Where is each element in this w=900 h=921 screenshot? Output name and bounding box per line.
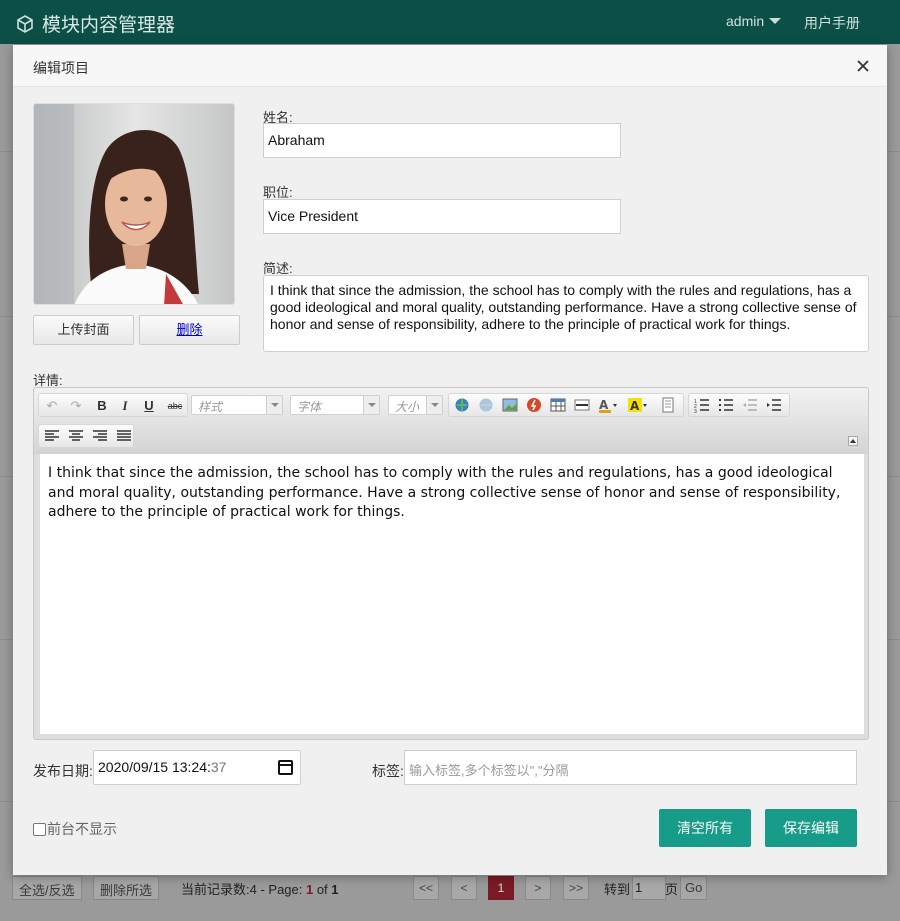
record-count: 当前记录数:4 - Page: 1 of 1 <box>181 879 339 898</box>
page-unit-label: 页 <box>665 882 679 897</box>
app-title: 模块内容管理器 <box>42 15 176 36</box>
next-page-button[interactable]: > <box>525 876 551 900</box>
chevron-down-icon <box>266 396 282 414</box>
edit-item-modal: 编辑项目 上传封面 删除 姓名: Abraham 职位: Vice Presid… <box>13 45 887 875</box>
ordered-list-icon[interactable]: 123 <box>693 397 711 415</box>
calendar-icon[interactable] <box>278 760 293 775</box>
highlight-color-icon[interactable]: A <box>627 397 651 415</box>
unlink-icon[interactable] <box>477 397 495 415</box>
publish-date-label: 发布日期: <box>33 763 93 779</box>
top-nav-bar: 模块内容管理器 admin 用户手册 <box>0 0 900 44</box>
undo-icon[interactable]: ↶ <box>43 397 61 415</box>
align-group <box>38 424 134 448</box>
font-select-text: 字体 <box>297 400 322 414</box>
collapse-toolbar-icon[interactable] <box>848 436 858 446</box>
upload-cover-button[interactable]: 上传封面 <box>33 315 134 345</box>
delete-selected-button[interactable]: 删除所选 <box>93 876 160 900</box>
link-icon[interactable] <box>453 397 471 415</box>
go-button[interactable]: Go <box>680 876 708 900</box>
hide-frontend-checkbox[interactable] <box>33 822 46 836</box>
svg-text:A: A <box>599 398 609 412</box>
portrait-photo <box>34 104 234 304</box>
close-icon[interactable] <box>855 58 871 74</box>
image-icon[interactable] <box>501 397 519 415</box>
flash-icon[interactable] <box>525 397 543 415</box>
goto-label: 转到 <box>604 882 631 897</box>
position-input[interactable]: Vice President <box>263 199 621 234</box>
clear-all-button[interactable]: 清空所有 <box>659 809 751 847</box>
italic-icon[interactable]: I <box>116 397 134 415</box>
align-left-icon[interactable] <box>43 428 61 446</box>
chevron-down-icon <box>426 396 442 414</box>
cube-icon <box>17 14 33 33</box>
record-count-text: 当前记录数:4 - Page: <box>181 882 306 897</box>
app-brand[interactable]: 模块内容管理器 <box>16 10 175 37</box>
user-menu[interactable]: admin <box>726 13 764 29</box>
select-all-button[interactable]: 全选/反选 <box>12 876 82 900</box>
hide-frontend-label: 前台不显示 <box>47 821 117 837</box>
delete-cover-button[interactable]: 删除 <box>139 315 240 345</box>
tags-label: 标签: <box>372 763 404 779</box>
prev-page-button[interactable]: < <box>451 876 477 900</box>
size-select[interactable]: 大小 <box>388 395 443 415</box>
of-label: of <box>313 882 332 897</box>
horizontal-rule-icon[interactable] <box>573 397 591 415</box>
chevron-down-icon[interactable] <box>769 18 781 24</box>
first-page-button[interactable]: << <box>413 876 439 900</box>
editor-content[interactable]: I think that since the admission, the sc… <box>40 454 864 734</box>
insert-group: A A <box>448 393 684 417</box>
total-pages: 1 <box>331 882 339 897</box>
hide-frontend-option[interactable]: 前台不显示 <box>33 819 117 839</box>
indent-icon[interactable] <box>765 397 783 415</box>
tags-input[interactable]: 输入标签,多个标签以","分隔 <box>404 750 857 785</box>
list-group: 123 <box>688 393 790 417</box>
publish-date-seconds: 37 <box>210 759 227 775</box>
last-page-button[interactable]: >> <box>563 876 589 900</box>
outdent-icon[interactable] <box>741 397 759 415</box>
size-select-text: 大小 <box>395 400 420 414</box>
editor-toolbar: ↶ ↷ B I U abc 样式 字体 大小 A A 1 2 3 <box>34 388 868 454</box>
font-select[interactable]: 字体 <box>290 395 380 415</box>
rich-text-editor: ↶ ↷ B I U abc 样式 字体 大小 A A 1 2 3 I think… <box>33 387 869 740</box>
summary-textarea[interactable]: I think that since the admission, the sc… <box>263 275 869 352</box>
goto-page-value: 1 <box>635 880 643 895</box>
style-select-text: 样式 <box>198 400 223 414</box>
format-group: ↶ ↷ B I U abc <box>38 393 188 417</box>
underline-icon[interactable]: U <box>140 397 158 415</box>
redo-icon[interactable]: ↷ <box>67 397 85 415</box>
goto-page-input[interactable]: 1 <box>632 876 666 900</box>
page-button-1[interactable]: 1 <box>488 876 514 900</box>
align-justify-icon[interactable] <box>115 428 133 446</box>
align-center-icon[interactable] <box>67 428 85 446</box>
user-manual-link[interactable]: 用户手册 <box>804 13 860 33</box>
bold-icon[interactable]: B <box>93 397 111 415</box>
text-color-icon[interactable]: A <box>597 397 621 415</box>
publish-date-value: 2020/09/15 13:24: <box>98 759 211 775</box>
chevron-down-icon <box>363 396 379 414</box>
modal-title: 编辑项目 <box>33 60 89 76</box>
name-input[interactable]: Abraham <box>263 123 621 158</box>
style-select[interactable]: 样式 <box>191 395 283 415</box>
publish-date-input[interactable]: 2020/09/15 13:24:37 <box>93 750 301 785</box>
modal-header: 编辑项目 <box>13 45 887 87</box>
table-icon[interactable] <box>549 397 567 415</box>
unordered-list-icon[interactable] <box>717 397 735 415</box>
strikethrough-icon[interactable]: abc <box>164 397 186 415</box>
align-right-icon[interactable] <box>91 428 109 446</box>
svg-text:A: A <box>630 399 640 413</box>
source-code-icon[interactable] <box>659 397 677 415</box>
svg-text:3: 3 <box>694 409 697 413</box>
save-edit-button[interactable]: 保存编辑 <box>765 809 857 847</box>
cover-image <box>33 103 235 305</box>
